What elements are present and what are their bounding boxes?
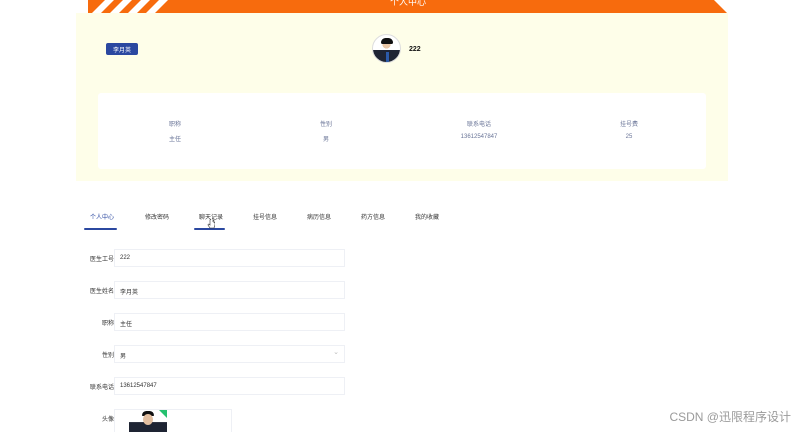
doctor-name-label: 医生姓名 (89, 289, 114, 295)
tab-change-password[interactable]: 修改密码 (145, 212, 169, 221)
profile-panel: 李月英 222 职称 主任 性别 男 联系电话 13612547847 挂号费 … (76, 13, 728, 181)
watermark: CSDN @迅限程序设计 (669, 410, 791, 424)
row-title: 职称 (80, 313, 114, 331)
info-label: 性别 (319, 122, 332, 128)
tab-favorites[interactable]: 我的收藏 (415, 212, 439, 221)
tab-medical-records[interactable]: 病历信息 (307, 212, 331, 221)
row-phone: 联系电话 (80, 377, 114, 395)
phone-input[interactable]: 13612547847 (114, 377, 345, 395)
header-banner: 个人中心 (88, 0, 728, 13)
thumb-face (143, 414, 153, 425)
info-title: 职称 主任 (135, 119, 215, 143)
row-doctor-name: 医生姓名 (80, 281, 114, 299)
info-phone: 联系电话 13612547847 (439, 119, 519, 140)
title-label: 职称 (101, 321, 114, 327)
info-fee: 挂号费 25 (589, 119, 669, 140)
gender-label: 性别 (101, 353, 114, 359)
info-value: 男 (322, 137, 329, 143)
info-label: 挂号费 (619, 122, 638, 128)
row-doctor-id: 医生工号 (80, 249, 114, 267)
uploaded-check-icon (159, 410, 167, 418)
tab-registration[interactable]: 挂号信息 (253, 212, 277, 221)
row-avatar: 头像 (80, 409, 114, 427)
account-name: 222 (409, 46, 421, 53)
doctor-id-input[interactable]: 222 (114, 249, 345, 267)
page-title: 个人中心 (389, 0, 426, 7)
doctor-id-label: 医生工号 (89, 257, 114, 263)
phone-label: 联系电话 (89, 385, 114, 391)
avatar-hair (381, 38, 393, 44)
avatar-label: 头像 (101, 417, 114, 423)
info-label: 职称 (168, 122, 181, 128)
info-value: 13612547847 (460, 134, 498, 140)
tab-profile[interactable]: 个人中心 (90, 212, 114, 221)
info-label: 联系电话 (466, 122, 491, 128)
avatar-upload[interactable] (114, 409, 232, 432)
title-input[interactable]: 主任 (114, 313, 345, 331)
info-value: 25 (625, 134, 633, 140)
row-gender: 性别 (80, 345, 114, 363)
avatar-tie (386, 52, 389, 62)
hand-cursor-icon (207, 219, 215, 229)
info-gender: 性别 男 (286, 119, 366, 143)
gender-select[interactable]: 男 (114, 345, 345, 363)
name-badge: 李月英 (106, 43, 138, 55)
avatar-thumbnail (129, 410, 167, 432)
avatar (372, 34, 401, 63)
doctor-name-input[interactable]: 李月英 (114, 281, 345, 299)
info-value: 主任 (168, 137, 181, 143)
tab-prescriptions[interactable]: 药方信息 (361, 212, 385, 221)
info-card: 职称 主任 性别 男 联系电话 13612547847 挂号费 25 (98, 93, 706, 169)
tab-profile-underline (84, 228, 117, 230)
